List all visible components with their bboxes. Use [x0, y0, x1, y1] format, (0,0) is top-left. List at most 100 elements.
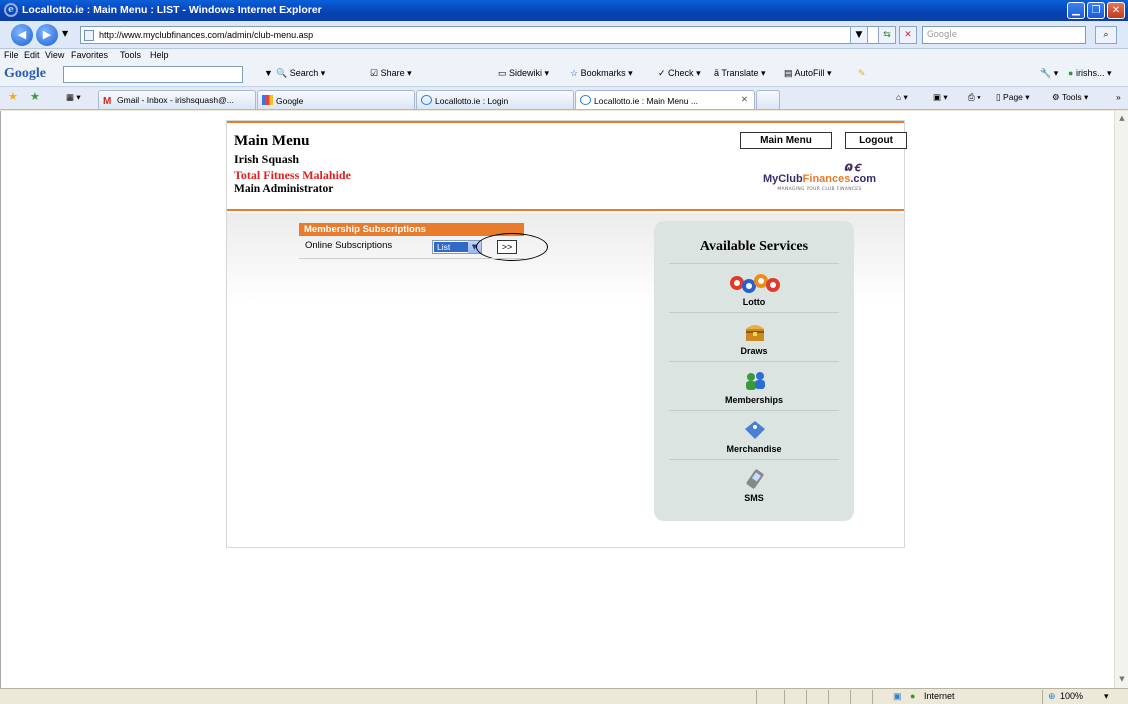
security-icon[interactable]: ▣ [893, 691, 902, 702]
window-titlebar: e Locallotto.ie : Main Menu : LIST - Win… [0, 0, 1128, 21]
quick-tabs-icon[interactable]: ▦ ▾ [66, 92, 81, 103]
services-title: Available Services [699, 239, 809, 254]
home-icon[interactable]: ⌂ ▾ [896, 92, 908, 103]
service-label: Draws [740, 346, 768, 356]
menu-favorites[interactable]: Favorites [71, 50, 108, 60]
toolbar-bookmarks[interactable]: ☆ Bookmarks ▾ [570, 68, 633, 79]
page-title: Main Menu [234, 133, 310, 149]
favorites-star-icon[interactable]: ★ [8, 90, 18, 103]
menu-tools[interactable]: Tools [120, 50, 141, 60]
online-subscriptions-label: Online Subscriptions [305, 240, 393, 251]
search-placeholder: Google [927, 30, 957, 40]
service-label: Merchandise [726, 444, 782, 454]
menu-edit[interactable]: Edit [24, 50, 40, 60]
ie-page-icon [421, 95, 432, 105]
toolbar-check[interactable]: ✓ Check ▾ [658, 68, 701, 79]
members-icon [746, 372, 765, 390]
forward-button[interactable]: ▶ [36, 24, 58, 46]
service-memberships[interactable]: Memberships [669, 361, 839, 409]
tag-icon [745, 421, 765, 439]
subscriptions-action-select[interactable]: List ▼ [432, 240, 482, 254]
feeds-icon[interactable]: ▣ ▾ [933, 92, 948, 103]
logout-button[interactable]: Logout [845, 132, 907, 149]
tab-main-menu[interactable]: Locallotto.ie : Main Menu ... ✕ [575, 90, 755, 109]
scroll-down-icon[interactable]: ▼ [1116, 673, 1128, 686]
toolbar-translate[interactable]: ā Translate ▾ [714, 68, 766, 79]
lotto-balls-icon [730, 274, 780, 293]
club-name: Total Fitness Malahide [234, 168, 351, 182]
menu-view[interactable]: View [45, 50, 64, 60]
security-zone: Internet [924, 691, 955, 701]
service-lotto[interactable]: Lotto [669, 263, 839, 311]
main-menu-button[interactable]: Main Menu [740, 132, 832, 149]
vertical-scrollbar[interactable]: ▲ ▼ [1114, 111, 1128, 688]
google-icon [262, 95, 273, 105]
menu-help[interactable]: Help [150, 50, 169, 60]
menu-file[interactable]: File [4, 50, 19, 60]
tab-gmail[interactable]: M Gmail - Inbox - irishsquash@... [98, 90, 256, 109]
service-label: SMS [744, 493, 764, 503]
add-favorites-icon[interactable]: ★ [30, 90, 40, 103]
new-tab-button[interactable] [756, 90, 780, 109]
status-bar: ▣ ● Internet ⊕ 100% ▾ [0, 688, 1128, 704]
service-merchandise[interactable]: Merchandise [669, 410, 839, 458]
back-button[interactable]: ◀ [11, 24, 33, 46]
page-container: Main Menu Irish Squash Total Fitness Mal… [226, 120, 907, 548]
scroll-up-icon[interactable]: ▲ [1116, 112, 1128, 125]
google-toolbar-search[interactable] [63, 66, 243, 83]
toolbar-autofill[interactable]: ▤ AutoFill ▾ [784, 68, 832, 79]
ie-page-icon [580, 95, 591, 105]
address-bar[interactable]: http://www.myclubfinances.com/admin/club… [80, 26, 888, 44]
google-logo: Google [4, 66, 46, 81]
tab-google[interactable]: Google [257, 90, 415, 109]
toolbar-dropdown-icon[interactable]: ▼ [264, 68, 273, 78]
window-title: Locallotto.ie : Main Menu : LIST - Windo… [22, 4, 322, 16]
internet-zone-icon: ● [910, 691, 916, 701]
minimize-button[interactable]: ▁ [1067, 2, 1085, 19]
address-dropdown-icon[interactable]: ▼ [850, 26, 868, 44]
tabs-row: ★ ★ ▦ ▾ M Gmail - Inbox - irishsquash@...… [0, 88, 1128, 110]
phone-icon [746, 469, 764, 489]
service-sms[interactable]: SMS [669, 459, 839, 507]
maximize-button[interactable]: ❐ [1087, 2, 1105, 19]
page-header: Main Menu Irish Squash Total Fitness Mal… [227, 121, 907, 211]
tab-login[interactable]: Locallotto.ie : Login [416, 90, 574, 109]
ie-logo-icon: e [4, 3, 18, 17]
service-draws[interactable]: Draws [669, 312, 839, 360]
account-menu[interactable]: ● irishs... ▾ [1068, 68, 1112, 79]
tools-menu[interactable]: ⚙ Tools ▾ [1052, 92, 1088, 103]
history-dropdown-icon[interactable]: ▼ [62, 29, 68, 38]
google-toolbar: Google ▼ 🔍 Search ▾ ☑ Share ▾ ▭ Sidewiki… [0, 63, 1128, 87]
tab-close-icon[interactable]: ✕ [741, 94, 748, 105]
available-services-panel: Available Services Lotto Draws Membershi… [654, 221, 854, 521]
wrench-icon[interactable]: 🔧 ▾ [1040, 68, 1058, 79]
pencil-icon[interactable]: ✎ [858, 68, 866, 79]
search-icon[interactable]: ⌕ [1095, 26, 1117, 44]
refresh-icon[interactable]: ⇆ [878, 26, 896, 44]
user-role: Main Administrator [234, 183, 334, 195]
select-value: List [434, 242, 468, 252]
print-icon[interactable]: ⎙ ▾ [968, 92, 981, 103]
address-row: ◀ ▶ ▼ http://www.myclubfinances.com/admi… [0, 21, 1128, 49]
toolbar-search[interactable]: 🔍 Search ▾ [276, 68, 325, 79]
membership-subscriptions-panel: Membership Subscriptions Online Subscrip… [299, 223, 548, 261]
stop-icon[interactable]: ✕ [899, 26, 917, 44]
go-button[interactable]: >> [497, 240, 517, 254]
treasure-chest-icon [746, 325, 764, 341]
zoom-icon[interactable]: ⊕ [1048, 691, 1056, 702]
close-button[interactable]: ✕ [1107, 2, 1125, 19]
menu-bar: File Edit View Favorites Tools Help [0, 49, 1128, 63]
toolbar-share[interactable]: ☑ Share ▾ [370, 68, 412, 79]
subscriptions-header: Membership Subscriptions [299, 223, 524, 236]
logo-tagline: MANAGING YOUR CLUB FINANCES [777, 187, 862, 192]
service-label: Lotto [742, 297, 766, 307]
organisation-name: Irish Squash [234, 152, 300, 166]
toolbar-sidewiki[interactable]: ▭ Sidewiki ▾ [498, 68, 549, 79]
address-url[interactable]: http://www.myclubfinances.com/admin/club… [99, 30, 313, 40]
zoom-dropdown-icon[interactable]: ▾ [1104, 691, 1109, 702]
more-chevron-icon[interactable]: » [1116, 92, 1121, 102]
search-input[interactable]: Google [922, 26, 1086, 44]
gmail-icon: M [103, 96, 112, 107]
zoom-level[interactable]: 100% [1060, 691, 1083, 701]
page-menu[interactable]: ▯ Page ▾ [996, 92, 1030, 103]
